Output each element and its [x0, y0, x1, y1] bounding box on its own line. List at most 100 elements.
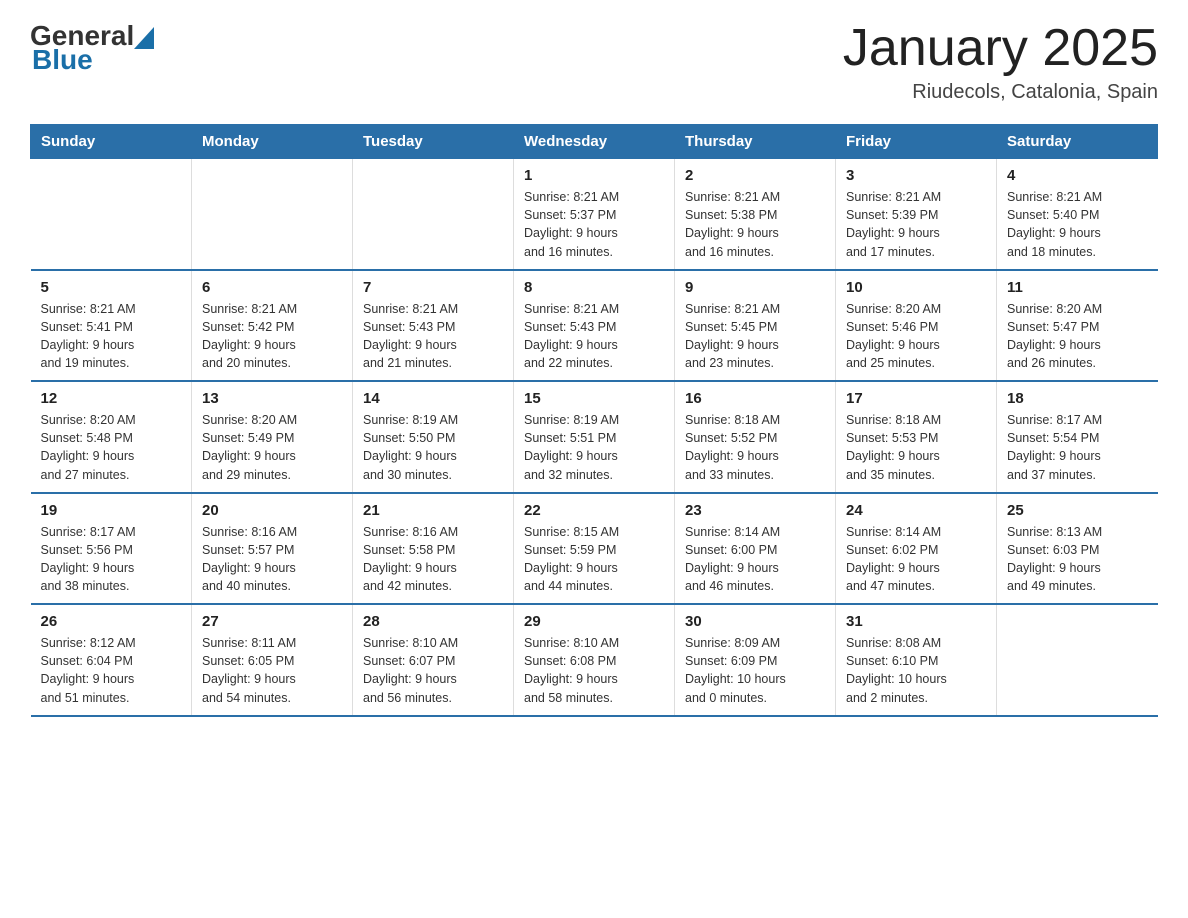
day-info: Sunrise: 8:20 AMSunset: 5:48 PMDaylight:…: [41, 411, 182, 484]
day-info: Sunrise: 8:21 AMSunset: 5:41 PMDaylight:…: [41, 300, 182, 373]
day-number: 8: [524, 279, 664, 296]
day-info: Sunrise: 8:21 AMSunset: 5:38 PMDaylight:…: [685, 188, 825, 261]
day-info: Sunrise: 8:10 AMSunset: 6:07 PMDaylight:…: [363, 634, 503, 707]
page-header: General Blue January 2025 Riudecols, Cat…: [30, 20, 1158, 104]
day-number: 27: [202, 613, 342, 630]
calendar-day-cell: [353, 159, 514, 270]
calendar-weekday-header: Saturday: [997, 125, 1158, 159]
day-number: 31: [846, 613, 986, 630]
calendar-week-row: 1 Sunrise: 8:21 AMSunset: 5:37 PMDaylight…: [31, 159, 1158, 270]
day-info: Sunrise: 8:21 AMSunset: 5:43 PMDaylight:…: [524, 300, 664, 373]
day-number: 30: [685, 613, 825, 630]
calendar-day-cell: 12 Sunrise: 8:20 AMSunset: 5:48 PMDayligh…: [31, 381, 192, 493]
day-info: Sunrise: 8:12 AMSunset: 6:04 PMDaylight:…: [41, 634, 182, 707]
day-number: 26: [41, 613, 182, 630]
calendar-weekday-header: Thursday: [675, 125, 836, 159]
calendar-day-cell: 15 Sunrise: 8:19 AMSunset: 5:51 PMDayligh…: [514, 381, 675, 493]
calendar-day-cell: [192, 159, 353, 270]
calendar-weekday-header: Sunday: [31, 125, 192, 159]
day-number: 1: [524, 167, 664, 184]
day-number: 7: [363, 279, 503, 296]
calendar-day-cell: 21 Sunrise: 8:16 AMSunset: 5:58 PMDayligh…: [353, 493, 514, 605]
day-number: 15: [524, 390, 664, 407]
location-subtitle: Riudecols, Catalonia, Spain: [843, 81, 1158, 104]
calendar-day-cell: 18 Sunrise: 8:17 AMSunset: 5:54 PMDayligh…: [997, 381, 1158, 493]
day-number: 18: [1007, 390, 1148, 407]
day-info: Sunrise: 8:11 AMSunset: 6:05 PMDaylight:…: [202, 634, 342, 707]
day-number: 2: [685, 167, 825, 184]
calendar-day-cell: 22 Sunrise: 8:15 AMSunset: 5:59 PMDayligh…: [514, 493, 675, 605]
calendar-day-cell: 10 Sunrise: 8:20 AMSunset: 5:46 PMDayligh…: [836, 270, 997, 382]
day-info: Sunrise: 8:19 AMSunset: 5:50 PMDaylight:…: [363, 411, 503, 484]
day-info: Sunrise: 8:21 AMSunset: 5:45 PMDaylight:…: [685, 300, 825, 373]
day-info: Sunrise: 8:20 AMSunset: 5:46 PMDaylight:…: [846, 300, 986, 373]
calendar-day-cell: 9 Sunrise: 8:21 AMSunset: 5:45 PMDaylight…: [675, 270, 836, 382]
day-number: 3: [846, 167, 986, 184]
day-info: Sunrise: 8:21 AMSunset: 5:37 PMDaylight:…: [524, 188, 664, 261]
title-block: January 2025 Riudecols, Catalonia, Spain: [843, 20, 1158, 104]
calendar-day-cell: 31Sunrise: 8:08 AMSunset: 6:10 PMDayligh…: [836, 604, 997, 716]
day-number: 13: [202, 390, 342, 407]
calendar-week-row: 26 Sunrise: 8:12 AMSunset: 6:04 PMDayligh…: [31, 604, 1158, 716]
calendar-weekday-header: Monday: [192, 125, 353, 159]
day-info: Sunrise: 8:19 AMSunset: 5:51 PMDaylight:…: [524, 411, 664, 484]
day-number: 20: [202, 502, 342, 519]
day-info: Sunrise: 8:17 AMSunset: 5:54 PMDaylight:…: [1007, 411, 1148, 484]
calendar-day-cell: 4 Sunrise: 8:21 AMSunset: 5:40 PMDaylight…: [997, 159, 1158, 270]
day-number: 22: [524, 502, 664, 519]
day-info: Sunrise: 8:21 AMSunset: 5:43 PMDaylight:…: [363, 300, 503, 373]
day-info: Sunrise: 8:18 AMSunset: 5:53 PMDaylight:…: [846, 411, 986, 484]
calendar-day-cell: 30Sunrise: 8:09 AMSunset: 6:09 PMDayligh…: [675, 604, 836, 716]
calendar-day-cell: 24Sunrise: 8:14 AMSunset: 6:02 PMDayligh…: [836, 493, 997, 605]
day-info: Sunrise: 8:16 AMSunset: 5:57 PMDaylight:…: [202, 523, 342, 596]
day-info: Sunrise: 8:21 AMSunset: 5:39 PMDaylight:…: [846, 188, 986, 261]
day-number: 23: [685, 502, 825, 519]
calendar-day-cell: 5 Sunrise: 8:21 AMSunset: 5:41 PMDaylight…: [31, 270, 192, 382]
day-info: Sunrise: 8:21 AMSunset: 5:42 PMDaylight:…: [202, 300, 342, 373]
day-number: 9: [685, 279, 825, 296]
day-number: 11: [1007, 279, 1148, 296]
day-number: 17: [846, 390, 986, 407]
calendar-day-cell: 17 Sunrise: 8:18 AMSunset: 5:53 PMDayligh…: [836, 381, 997, 493]
day-number: 16: [685, 390, 825, 407]
calendar-day-cell: 2 Sunrise: 8:21 AMSunset: 5:38 PMDaylight…: [675, 159, 836, 270]
calendar-day-cell: 13Sunrise: 8:20 AMSunset: 5:49 PMDayligh…: [192, 381, 353, 493]
day-number: 5: [41, 279, 182, 296]
calendar-day-cell: 16Sunrise: 8:18 AMSunset: 5:52 PMDayligh…: [675, 381, 836, 493]
day-info: Sunrise: 8:14 AMSunset: 6:02 PMDaylight:…: [846, 523, 986, 596]
day-info: Sunrise: 8:20 AMSunset: 5:47 PMDaylight:…: [1007, 300, 1148, 373]
day-number: 21: [363, 502, 503, 519]
calendar-week-row: 5 Sunrise: 8:21 AMSunset: 5:41 PMDaylight…: [31, 270, 1158, 382]
day-number: 25: [1007, 502, 1148, 519]
month-title: January 2025: [843, 20, 1158, 77]
day-number: 12: [41, 390, 182, 407]
day-number: 19: [41, 502, 182, 519]
day-info: Sunrise: 8:13 AMSunset: 6:03 PMDaylight:…: [1007, 523, 1148, 596]
day-number: 4: [1007, 167, 1148, 184]
calendar-header-row: SundayMondayTuesdayWednesdayThursdayFrid…: [31, 125, 1158, 159]
calendar-day-cell: 1 Sunrise: 8:21 AMSunset: 5:37 PMDaylight…: [514, 159, 675, 270]
day-info: Sunrise: 8:15 AMSunset: 5:59 PMDaylight:…: [524, 523, 664, 596]
calendar-day-cell: 27 Sunrise: 8:11 AMSunset: 6:05 PMDayligh…: [192, 604, 353, 716]
day-number: 29: [524, 613, 664, 630]
calendar-day-cell: 19 Sunrise: 8:17 AMSunset: 5:56 PMDayligh…: [31, 493, 192, 605]
calendar-day-cell: 20 Sunrise: 8:16 AMSunset: 5:57 PMDayligh…: [192, 493, 353, 605]
calendar-week-row: 19 Sunrise: 8:17 AMSunset: 5:56 PMDayligh…: [31, 493, 1158, 605]
calendar-day-cell: 8 Sunrise: 8:21 AMSunset: 5:43 PMDaylight…: [514, 270, 675, 382]
day-number: 6: [202, 279, 342, 296]
logo-blue-text: Blue: [30, 44, 154, 76]
day-info: Sunrise: 8:10 AMSunset: 6:08 PMDaylight:…: [524, 634, 664, 707]
day-info: Sunrise: 8:21 AMSunset: 5:40 PMDaylight:…: [1007, 188, 1148, 261]
calendar-weekday-header: Friday: [836, 125, 997, 159]
calendar-day-cell: 23 Sunrise: 8:14 AMSunset: 6:00 PMDayligh…: [675, 493, 836, 605]
calendar-day-cell: [31, 159, 192, 270]
calendar-day-cell: 26 Sunrise: 8:12 AMSunset: 6:04 PMDayligh…: [31, 604, 192, 716]
day-number: 14: [363, 390, 503, 407]
day-info: Sunrise: 8:17 AMSunset: 5:56 PMDaylight:…: [41, 523, 182, 596]
calendar-day-cell: 6 Sunrise: 8:21 AMSunset: 5:42 PMDaylight…: [192, 270, 353, 382]
logo: General Blue: [30, 20, 154, 76]
day-number: 10: [846, 279, 986, 296]
day-info: Sunrise: 8:16 AMSunset: 5:58 PMDaylight:…: [363, 523, 503, 596]
day-info: Sunrise: 8:14 AMSunset: 6:00 PMDaylight:…: [685, 523, 825, 596]
calendar-day-cell: 14 Sunrise: 8:19 AMSunset: 5:50 PMDayligh…: [353, 381, 514, 493]
